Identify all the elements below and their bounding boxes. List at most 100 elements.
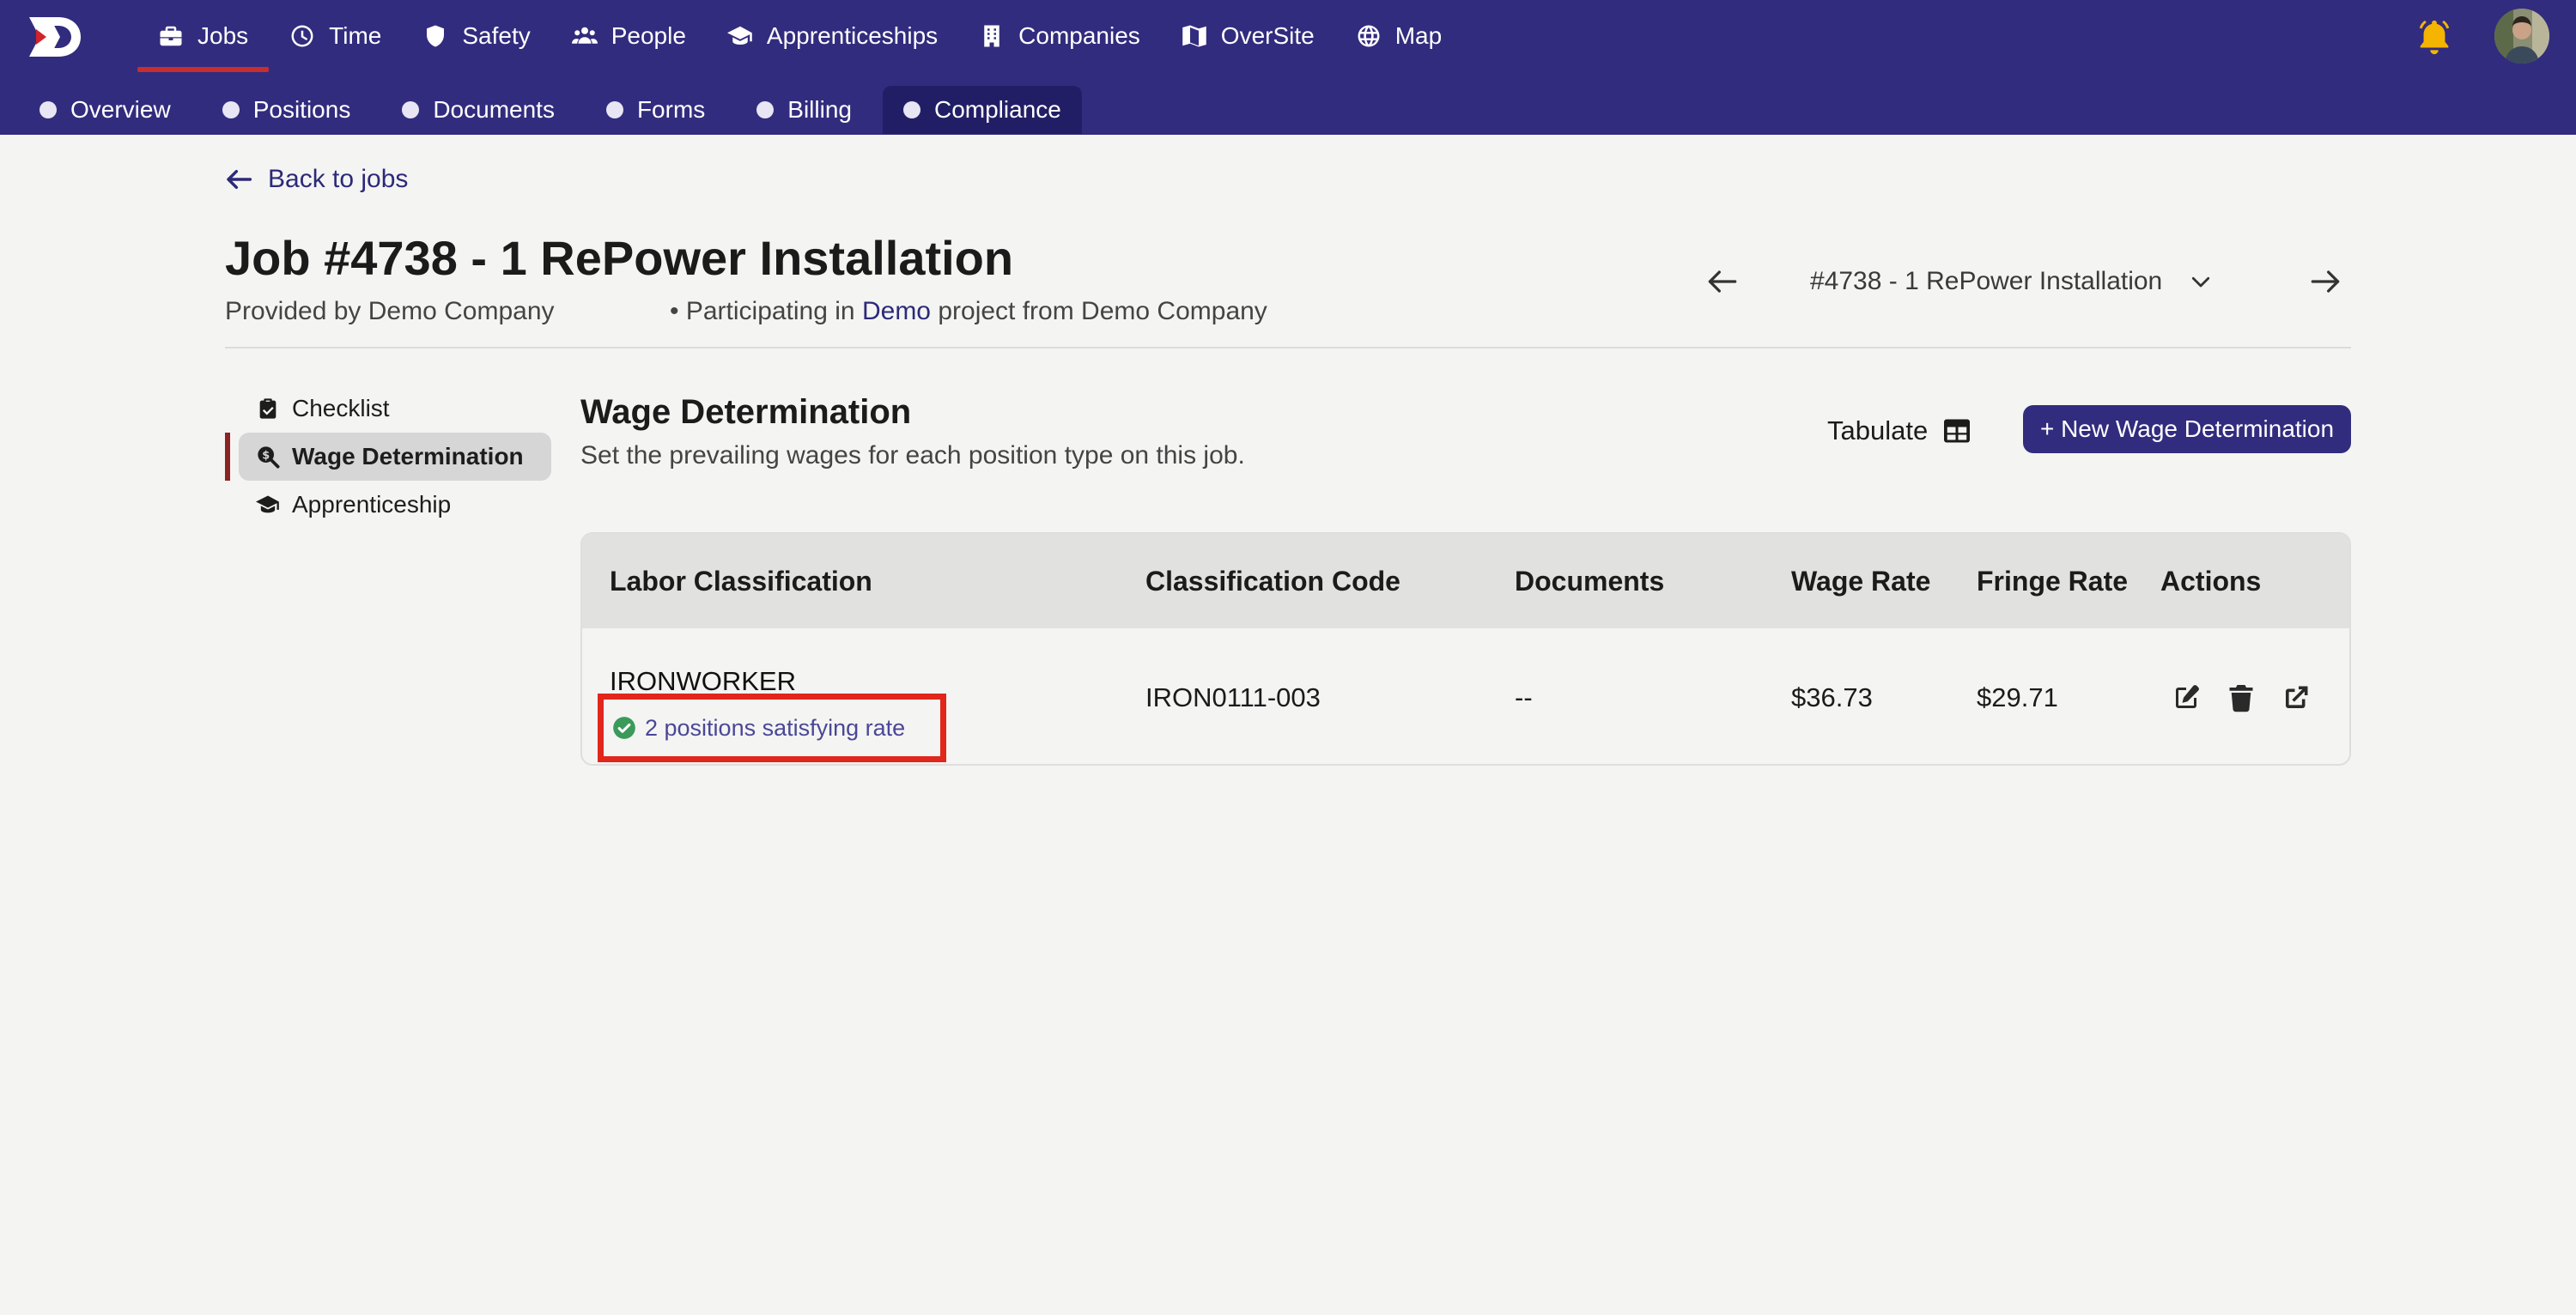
- avatar-photo: [2494, 9, 2549, 64]
- chevron-down-icon: [2192, 276, 2210, 288]
- shield-icon: [427, 25, 445, 47]
- side-item-apprenticeship[interactable]: Apprenticeship: [225, 481, 551, 529]
- company-logo[interactable]: [24, 12, 84, 62]
- main-nav: Jobs Time Safety People Apprenticeships …: [137, 0, 1462, 72]
- people-icon: [571, 27, 598, 44]
- side-item-label: Wage Determination: [292, 443, 524, 470]
- arrow-right-icon: [2311, 270, 2340, 293]
- new-wage-determination-button[interactable]: + New Wage Determination: [2023, 405, 2351, 453]
- subnav-overview[interactable]: Overview: [19, 86, 191, 134]
- app-root: Jobs Time Safety People Apprenticeships …: [0, 0, 2576, 1315]
- subnav-label: Billing: [787, 96, 852, 123]
- briefcase-icon: [160, 26, 182, 46]
- nav-item-time[interactable]: Time: [269, 0, 402, 72]
- column-header-labor-classification: Labor Classification: [610, 565, 872, 597]
- documents-value: --: [1515, 682, 1533, 712]
- map-fold-icon: [1182, 25, 1206, 47]
- nav-item-oversite[interactable]: OverSite: [1161, 0, 1335, 72]
- dot-icon: [902, 101, 920, 118]
- svg-text:$: $: [262, 449, 270, 462]
- page-title: Job #4738 - 1 RePower Installation: [225, 231, 1014, 285]
- subnav-label: Positions: [252, 96, 351, 123]
- globe-icon: [1358, 25, 1380, 47]
- nav-item-label: Time: [329, 22, 382, 49]
- dot-icon: [222, 101, 240, 118]
- nav-item-label: Map: [1394, 22, 1443, 49]
- bell-icon[interactable]: [2415, 17, 2454, 57]
- nav-item-jobs[interactable]: Jobs: [137, 0, 270, 72]
- job-selector-value: #4738 - 1 RePower Installation: [1810, 267, 2163, 295]
- arrow-left-icon: [227, 169, 252, 190]
- nav-item-label: People: [611, 22, 686, 49]
- wage-determination-table: Labor Classification Classification Code…: [580, 532, 2351, 766]
- job-selector-dropdown[interactable]: #4738 - 1 RePower Installation: [1810, 263, 2214, 300]
- user-avatar[interactable]: [2494, 9, 2549, 64]
- wage-rate-value: $36.73: [1791, 682, 1873, 712]
- participating-prefix: • Participating in: [670, 297, 855, 325]
- nav-item-label: OverSite: [1220, 22, 1315, 49]
- edit-icon: [2176, 685, 2199, 708]
- section-subtitle: Set the prevailing wages for each positi…: [580, 441, 1245, 470]
- check-circle-icon: [613, 717, 635, 739]
- side-item-label: Apprenticeship: [292, 491, 452, 518]
- positions-satisfying-rate-text: 2 positions satisfying rate: [645, 714, 906, 741]
- side-item-checklist[interactable]: Checklist: [225, 385, 551, 433]
- table-row[interactable]: IRONWORKER 2 positions satisfying rate I…: [582, 628, 2349, 764]
- nav-item-companies[interactable]: Companies: [958, 0, 1161, 72]
- back-label: Back to jobs: [268, 165, 409, 193]
- table-header: Labor Classification Classification Code…: [582, 534, 2349, 628]
- tabulate-button[interactable]: Tabulate: [1827, 415, 1972, 446]
- subnav-forms[interactable]: Forms: [586, 86, 726, 134]
- edit-button[interactable]: [2171, 682, 2202, 713]
- compliance-side-menu: Checklist $ Wage Determination Apprentic…: [225, 385, 551, 529]
- subnav-documents[interactable]: Documents: [381, 86, 575, 134]
- column-header-documents: Documents: [1515, 565, 1665, 597]
- subnav-compliance[interactable]: Compliance: [882, 86, 1082, 134]
- column-header-classification-code: Classification Code: [1145, 565, 1400, 597]
- row-actions: [2171, 628, 2312, 764]
- nav-item-label: Jobs: [197, 22, 249, 49]
- project-link[interactable]: Demo: [862, 297, 931, 325]
- nav-item-label: Companies: [1018, 22, 1140, 49]
- classification-code-value: IRON0111-003: [1145, 682, 1321, 712]
- arrow-left-icon: [1708, 270, 1737, 293]
- next-job-button[interactable]: [2306, 263, 2344, 300]
- external-link-icon: [2286, 686, 2308, 708]
- side-item-label: Checklist: [292, 395, 390, 421]
- open-external-button[interactable]: [2281, 682, 2312, 713]
- positions-satisfying-rate-link[interactable]: 2 positions satisfying rate: [598, 694, 946, 762]
- subnav-label: Overview: [70, 96, 171, 123]
- table-icon: [1944, 419, 1971, 443]
- clock-icon: [291, 25, 313, 47]
- nav-item-apprenticeships[interactable]: Apprenticeships: [707, 0, 958, 72]
- back-to-jobs-link[interactable]: Back to jobs: [225, 165, 408, 194]
- graduation-cap-icon: [256, 495, 279, 513]
- fringe-rate-value: $29.71: [1977, 682, 2058, 712]
- previous-job-button[interactable]: [1704, 263, 1741, 300]
- graduation-cap-icon: [726, 26, 752, 45]
- dot-icon: [402, 101, 420, 118]
- trash-icon: [2229, 685, 2253, 712]
- participating-text: • Participating in Demo project from Dem…: [670, 297, 1267, 326]
- side-item-wage-determination[interactable]: $ Wage Determination: [225, 433, 551, 481]
- subnav-billing[interactable]: Billing: [736, 86, 872, 134]
- delete-button[interactable]: [2226, 682, 2257, 713]
- clipboard-check-icon: [259, 398, 276, 419]
- sub-navigation: Overview Positions Documents Forms Billi…: [19, 86, 1082, 134]
- header-divider: [225, 347, 2351, 348]
- dot-icon: [756, 101, 775, 118]
- tabulate-label: Tabulate: [1827, 415, 1929, 445]
- subnav-label: Compliance: [933, 96, 1061, 123]
- nav-item-label: Safety: [462, 22, 531, 49]
- top-navigation: Jobs Time Safety People Apprenticeships …: [0, 0, 2576, 135]
- dot-icon: [605, 101, 623, 118]
- nav-item-map[interactable]: Map: [1335, 0, 1462, 72]
- column-header-wage-rate: Wage Rate: [1791, 565, 1931, 597]
- active-indicator: [225, 433, 230, 481]
- subnav-positions[interactable]: Positions: [202, 86, 372, 134]
- search-dollar-icon: $: [258, 446, 280, 469]
- nav-item-people[interactable]: People: [551, 0, 707, 72]
- building-icon: [984, 25, 999, 47]
- nav-item-safety[interactable]: Safety: [402, 0, 550, 72]
- column-header-fringe-rate: Fringe Rate: [1977, 565, 2129, 597]
